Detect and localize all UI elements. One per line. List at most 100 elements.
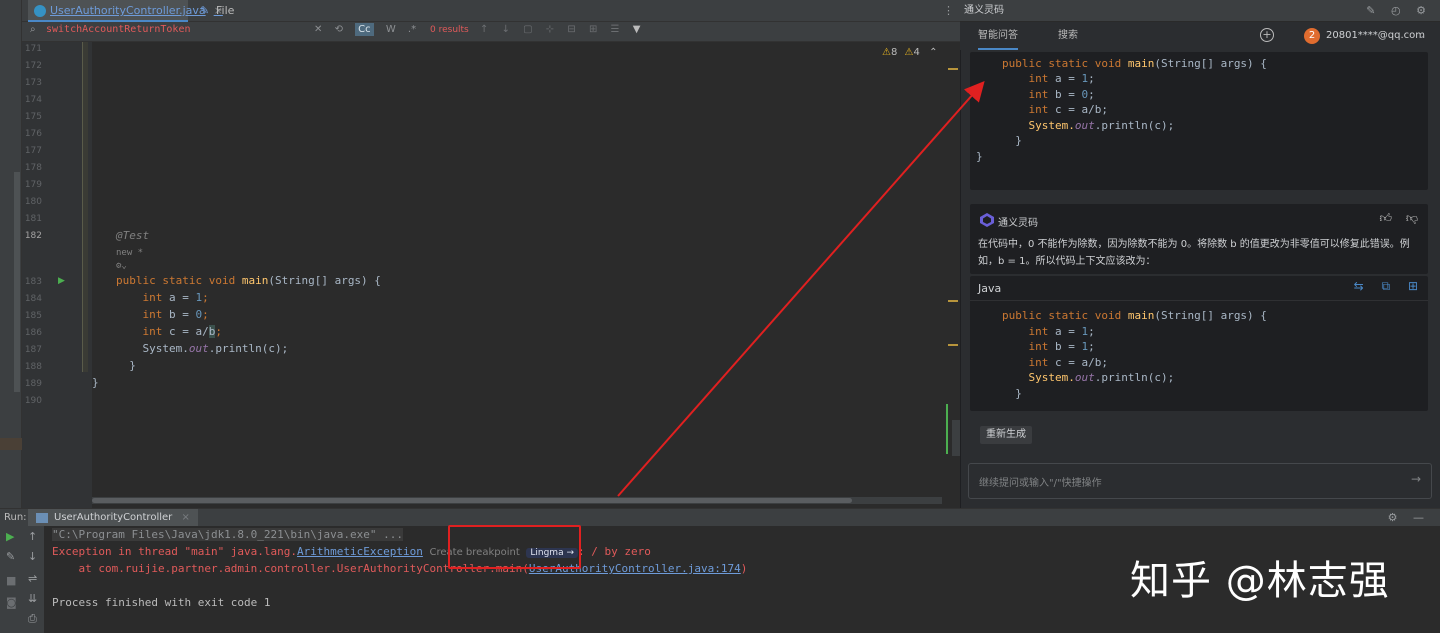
run-gutter-icon[interactable]: ▶ [58, 276, 65, 286]
whole-words-toggle[interactable]: W [386, 24, 396, 35]
thumbs-down-icon[interactable]: 👎︎ [1406, 211, 1418, 225]
chevron-down-icon[interactable]: ⌄ [1418, 22, 1426, 50]
scroll-thumb[interactable] [92, 498, 852, 503]
ask-input[interactable]: 继续提问或输入"/"快捷操作 → [968, 463, 1432, 499]
scroll-down-icon[interactable]: ↓ [28, 550, 37, 563]
answer-code-line: } [1015, 387, 1022, 400]
lingma-logo-icon [980, 213, 994, 227]
editor-tab-bar: UserAuthorityController.java× ✎ File Com… [22, 0, 960, 39]
tab-smart-qa[interactable]: 智能问答 [978, 22, 1018, 50]
author-hint: new * [116, 248, 144, 258]
run-tab-close-icon[interactable]: × [181, 512, 189, 523]
tab-search[interactable]: 搜索 [1058, 22, 1078, 50]
code-line-186: int c = a/b; [142, 325, 222, 338]
hide-icon[interactable]: — [1413, 511, 1424, 524]
line-number: 185 [24, 311, 42, 321]
code-language: Java [978, 282, 1002, 295]
avatar[interactable]: 2 [1304, 28, 1320, 44]
search-input[interactable]: switchAccountReturnToken [46, 24, 191, 35]
line-gutter: 171 172 173 174 175 176 177 178 179 180 … [22, 42, 92, 508]
search-nav: ↑ ↓ ▢ ⊹ ⊟ ⊞ ☰ ▼ [480, 24, 650, 35]
send-icon[interactable]: → [1411, 472, 1421, 486]
line-number: 175 [24, 112, 42, 122]
feedback-buttons: 👍︎ 👎︎ [1369, 211, 1418, 226]
line-number: 171 [24, 44, 42, 54]
panel-scrollbar[interactable] [952, 420, 960, 456]
scroll-to-end-icon[interactable]: ⇊ [28, 592, 37, 605]
next-occurrence-icon[interactable]: ↓ [502, 24, 510, 35]
find-bar: ⌕ switchAccountReturnToken ✕ ⟲ Cc W .* 0… [22, 22, 960, 42]
answer-code-line: int a = 1; [1028, 325, 1095, 338]
project-scroll-thumb[interactable] [14, 172, 20, 392]
ai-answer-card: 通义灵码 👍︎ 👎︎ 在代码中，0 不能作为除数，因为除数不能为 0。将除数 b… [970, 204, 1428, 274]
prev-occurrence-icon[interactable]: ↑ [480, 24, 488, 35]
scroll-up-icon[interactable]: ↑ [28, 530, 37, 543]
clear-search-icon[interactable]: ✕ [314, 24, 322, 35]
annotation-test: @Test [116, 229, 150, 242]
horizontal-scrollbar[interactable] [92, 497, 942, 504]
line-number: 184 [24, 294, 42, 304]
panel-header: 通义灵码 ✎ ◴ ⚙ [960, 0, 1440, 22]
tab-menu-icon[interactable]: ⋮ [943, 0, 954, 22]
copy-icon[interactable]: ⧉ [1382, 279, 1391, 293]
tab-file-comparison[interactable]: ✎ File Comparison× [194, 0, 314, 39]
console-stack-line: at com.ruijie.partner.admin.controller.U… [52, 562, 748, 575]
open-in-window-icon[interactable]: ▢ [523, 24, 532, 35]
stop-icon[interactable]: ■ [6, 574, 16, 587]
camera-icon[interactable]: ◙ [6, 596, 17, 609]
insert-code-icon[interactable]: ⊞ [1408, 279, 1418, 293]
line-number: 183 [24, 277, 42, 287]
search-history-icon[interactable]: ⟲ [335, 24, 343, 35]
panel-header-icons: ✎ ◴ ⚙ [1354, 0, 1426, 22]
code-line-184: int a = 1; [142, 291, 209, 304]
search-results-count: 0 results [430, 25, 469, 35]
thumbs-up-icon[interactable]: 👍︎ [1379, 211, 1392, 225]
rerun-icon[interactable]: ▶ [6, 530, 14, 543]
prev-highlight-icon[interactable]: ⌃ [929, 47, 937, 58]
regenerate-button[interactable]: 重新生成 [980, 426, 1032, 444]
remove-selection-icon[interactable]: ⊟ [567, 24, 575, 35]
run-tool-header: Run: UserAuthorityController × ⚙ — [0, 508, 1440, 527]
search-icon: ⌕ [30, 24, 36, 35]
inspection-widget[interactable]: ⚠8 ⚠4 ⌃ ⌄ [882, 47, 953, 58]
wrench-icon[interactable]: ✎ [6, 550, 15, 563]
multiline-icon[interactable]: ☰ [611, 24, 620, 35]
question-code-line: } [1015, 134, 1022, 147]
code-actions: ⇆ ⧉ ⊞ [1340, 279, 1418, 294]
match-case-toggle[interactable]: Cc [355, 23, 374, 36]
code-line-185: int b = 0; [142, 308, 209, 321]
run-settings-icon[interactable]: ⚙ [1388, 511, 1398, 524]
print-icon[interactable]: ⎙ [28, 612, 37, 626]
ask-input-placeholder: 继续提问或输入"/"快捷操作 [979, 478, 1102, 489]
question-code-line: int c = a/b; [1028, 103, 1108, 116]
line-number: 188 [24, 362, 42, 372]
add-selection-icon[interactable]: ⊹ [546, 24, 554, 35]
regex-toggle[interactable]: .* [408, 24, 416, 35]
line-number: 176 [24, 129, 42, 139]
question-code-line: } [976, 150, 983, 163]
run-config-tab[interactable]: UserAuthorityController × [28, 509, 198, 527]
code-editor[interactable]: @Test new * ⚙⌄ public static void main(S… [92, 42, 960, 508]
tab-user-authority-controller[interactable]: UserAuthorityController.java × [28, 0, 223, 22]
soft-wrap-icon[interactable]: ⇌ [28, 572, 37, 585]
new-chat-icon[interactable]: + [1260, 28, 1274, 42]
history-icon[interactable]: ◴ [1391, 4, 1401, 17]
line-number: 190 [24, 396, 42, 406]
exception-link[interactable]: ArithmeticException [297, 545, 423, 558]
insert-diff-icon[interactable]: ⇆ [1354, 279, 1364, 293]
answer-text: 在代码中，0 不能作为除数，因为除数不能为 0。将除数 b 的值更改为非零值可以… [978, 239, 1410, 267]
select-all-icon[interactable]: ⊞ [589, 24, 597, 35]
stripe-mark[interactable] [948, 300, 958, 302]
run-toolbar: ▶ ↑ ✎ ↓ ■ ⇌ ◙ ⇊ ⎙ [0, 526, 44, 633]
stripe-mark[interactable] [948, 344, 958, 346]
edit-icon[interactable]: ✎ [1366, 4, 1375, 17]
code-line-187: System.out.println(c); [142, 342, 289, 355]
stripe-mark[interactable] [948, 68, 958, 70]
answer-code-block: Java ⇆ ⧉ ⊞ public static void main(Strin… [970, 276, 1428, 411]
ai-name: 通义灵码 [998, 218, 1038, 229]
search-options: ✕ ⟲ Cc W .* [314, 23, 425, 36]
ai-action-icon[interactable]: ⚙⌄ [116, 261, 127, 271]
settings-icon[interactable]: ⚙ [1416, 4, 1426, 17]
user-account[interactable]: 20801****@qq.com [1326, 22, 1425, 50]
filter-icon[interactable]: ▼ [633, 24, 641, 35]
